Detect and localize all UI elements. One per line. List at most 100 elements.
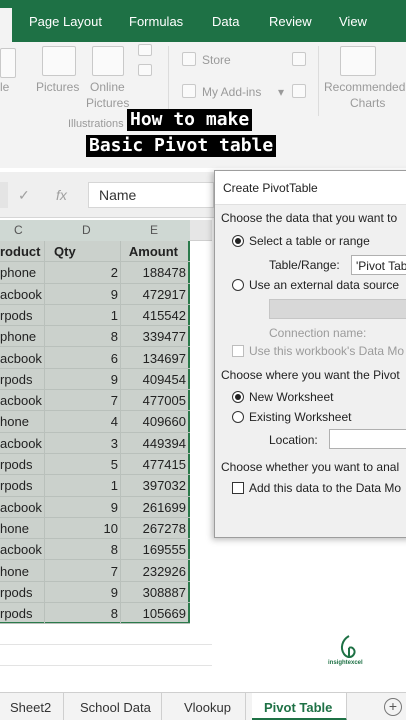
cell-product: rpods (0, 606, 33, 622)
enter-icon[interactable]: ✓ (18, 187, 30, 204)
table-range-value: 'Pivot Tab (356, 259, 406, 273)
new-worksheet-radio[interactable] (232, 391, 244, 403)
table-header-row[interactable]: roduct Qty Amount (0, 241, 190, 263)
cell-amount: 415542 (142, 307, 186, 323)
add-sheet-icon[interactable]: + (384, 698, 402, 716)
recommended-charts-label-1[interactable]: Recommended (324, 80, 405, 94)
choose-connection-button[interactable] (269, 299, 406, 319)
sheet-tab-vlookup[interactable]: Vlookup (168, 693, 246, 720)
pictures-icon[interactable] (42, 46, 76, 76)
insert-function-icon[interactable]: fx (56, 187, 67, 203)
table-range-input[interactable]: 'Pivot Tab (351, 255, 406, 275)
empty-rows[interactable] (0, 624, 212, 685)
table-row[interactable]: acbook 3 449394 (0, 433, 190, 454)
ribbon-label-table-edge: le (0, 80, 10, 94)
cell-qty: 8 (110, 542, 118, 558)
bing-maps-icon[interactable] (292, 52, 306, 66)
column-selection-highlight (0, 220, 190, 241)
recommended-charts-icon[interactable] (340, 46, 376, 76)
table-row[interactable]: rpods 1 415542 (0, 305, 190, 327)
cell-product: acbook (0, 499, 42, 515)
use-workbook-checkbox[interactable] (232, 345, 244, 357)
choose-where-heading: Choose where you want the Pivot (221, 368, 400, 382)
tab-formulas[interactable]: Formulas (129, 14, 183, 29)
existing-worksheet-radio[interactable] (232, 411, 244, 423)
cell-product: rpods (0, 478, 33, 494)
online-pictures-label-1[interactable]: Online (90, 80, 125, 94)
cell-product: acbook (0, 393, 42, 409)
sheet-tab-sheet2[interactable]: Sheet2 (0, 693, 65, 720)
table-row[interactable]: hone 4 409660 (0, 411, 190, 433)
column-header-c[interactable]: C (14, 223, 23, 237)
tables-icon[interactable] (0, 48, 16, 78)
tab-page-layout[interactable]: Page Layout (29, 14, 102, 29)
use-external-radio[interactable] (232, 279, 244, 291)
my-addins-button[interactable]: My Add-ins (202, 85, 261, 99)
existing-worksheet-label[interactable]: Existing Worksheet (249, 410, 352, 424)
table-row[interactable]: rpods 9 308887 (0, 582, 190, 604)
table-row[interactable]: rpods 9 409454 (0, 369, 190, 391)
cell-product: rpods (0, 371, 33, 387)
tab-review[interactable]: Review (269, 14, 312, 29)
ribbon-separator-2 (318, 46, 319, 116)
table-row[interactable]: rpods 8 105669 (0, 603, 190, 625)
cell-qty: 9 (110, 499, 118, 515)
column-header-d[interactable]: D (82, 223, 91, 237)
people-graph-icon[interactable] (292, 84, 306, 98)
cell-amount: 261699 (142, 499, 186, 515)
cell-qty: 9 (110, 286, 118, 302)
cell-product: rpods (0, 307, 33, 323)
cell-qty: 4 (110, 414, 118, 430)
table-row[interactable]: acbook 6 134697 (0, 348, 190, 369)
sheet-tab-pivot-table[interactable]: Pivot Table (252, 693, 348, 720)
table-row[interactable]: rpods 1 397032 (0, 475, 190, 497)
cell-product: rpods (0, 457, 33, 472)
formula-input[interactable]: Name (88, 182, 214, 208)
column-header-e[interactable]: E (150, 223, 158, 237)
tab-data[interactable]: Data (212, 14, 239, 29)
table-row[interactable]: acbook 9 261699 (0, 497, 190, 518)
tab-view[interactable]: View (339, 14, 367, 29)
new-worksheet-label[interactable]: New Worksheet (249, 390, 333, 404)
store-icon (182, 52, 196, 66)
table-row[interactable]: phone 8 339477 (0, 326, 190, 348)
smartart-icon[interactable] (138, 64, 152, 76)
online-pictures-label-2[interactable]: Pictures (86, 96, 129, 110)
cell-qty: 1 (110, 307, 118, 323)
cell-product: hone (0, 414, 29, 430)
store-button[interactable]: Store (202, 53, 231, 67)
caption-line-1: How to make (127, 109, 253, 131)
add-data-model-label[interactable]: Add this data to the Data Mo (249, 481, 401, 495)
sheet-tab-school-data[interactable]: School Data (68, 693, 162, 720)
cell-qty: 9 (110, 584, 118, 600)
pictures-button[interactable]: Pictures (36, 80, 79, 94)
add-data-model-checkbox[interactable] (232, 482, 244, 494)
use-external-label[interactable]: Use an external data source (249, 278, 399, 292)
cell-product: acbook (0, 435, 42, 451)
my-addins-dropdown-icon[interactable]: ▾ (278, 85, 284, 99)
table-row[interactable]: rpods 5 477415 (0, 454, 190, 476)
table-row[interactable]: phone 2 188478 (0, 262, 190, 284)
ribbon-tab-home-edge[interactable] (0, 8, 12, 42)
cell-amount: 232926 (142, 563, 186, 579)
cell-qty: 8 (110, 606, 118, 622)
cell-product: phone (0, 265, 37, 281)
cell-amount: 308887 (142, 584, 186, 600)
table-row[interactable]: acbook 7 477005 (0, 390, 190, 412)
table-row[interactable]: acbook 8 169555 (0, 539, 190, 561)
location-input[interactable] (329, 429, 406, 449)
location-label: Location: (269, 433, 318, 447)
cell-product: hone (0, 563, 29, 579)
online-pictures-icon[interactable] (92, 46, 124, 76)
table-row[interactable]: hone 7 232926 (0, 561, 190, 582)
name-box[interactable] (0, 182, 8, 208)
cell-qty: 2 (110, 265, 118, 281)
table-row[interactable]: acbook 9 472917 (0, 284, 190, 305)
select-table-label[interactable]: Select a table or range (249, 234, 370, 248)
recommended-charts-label-2[interactable]: Charts (350, 96, 385, 110)
table-row[interactable]: hone 10 267278 (0, 518, 190, 540)
header-amount: Amount (128, 244, 178, 259)
choose-analyze-heading: Choose whether you want to anal (221, 460, 400, 474)
shapes-icon[interactable] (138, 44, 152, 56)
select-table-radio[interactable] (232, 235, 244, 247)
